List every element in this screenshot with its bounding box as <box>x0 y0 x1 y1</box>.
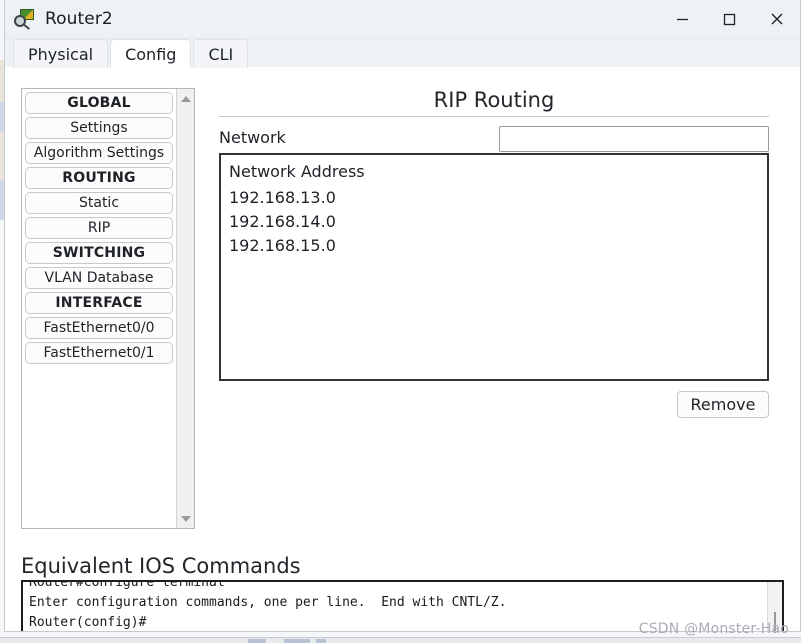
backdrop-tab-hint-2 <box>284 639 310 643</box>
sidebar-item-interface[interactable]: INTERFACE <box>25 292 173 314</box>
sidebar-item-fastethernet0-1[interactable]: FastEthernet0/1 <box>25 342 173 364</box>
sidebar-item-static-label: Static <box>78 195 120 211</box>
title-divider <box>219 116 769 117</box>
sidebar-item-interface-label: INTERFACE <box>55 295 143 311</box>
sidebar-item-global[interactable]: GLOBAL <box>25 92 173 114</box>
maximize-icon <box>723 13 736 25</box>
sidebar-item-vlan-database-label: VLAN Database <box>44 270 154 286</box>
sidebar-item-routing-label: ROUTING <box>62 170 136 186</box>
backdrop-tab-hint-1 <box>248 639 266 643</box>
backdrop-bottom-bar <box>0 637 801 643</box>
backdrop-tab-hint-3 <box>316 639 326 643</box>
tab-cli-label: CLI <box>208 44 234 64</box>
sidebar-item-switching[interactable]: SWITCHING <box>25 242 173 264</box>
remove-button-label: Remove <box>690 395 756 414</box>
page-title: RIP Routing <box>433 88 555 112</box>
remove-button[interactable]: Remove <box>677 391 769 418</box>
rip-routing-panel: RIP Routing Network Add Network Address … <box>219 88 769 418</box>
list-item[interactable]: 192.168.14.0 <box>229 210 759 234</box>
config-nav-sidebar: GLOBAL Settings Algorithm Settings ROUTI… <box>21 88 195 529</box>
window-title-bar: Router2 <box>5 0 800 39</box>
tab-config-label: Config <box>125 44 177 64</box>
list-item[interactable]: 192.168.15.0 <box>229 234 759 258</box>
watermark: CSDN @Monster-Hao <box>638 621 789 637</box>
tab-cli[interactable]: CLI <box>193 39 249 68</box>
minimize-icon <box>677 18 688 20</box>
window-controls <box>659 0 800 38</box>
network-address-column-header: Network Address <box>229 162 365 181</box>
maximize-button[interactable] <box>706 0 753 38</box>
list-item[interactable]: 192.168.13.0 <box>229 186 759 210</box>
sidebar-item-fastethernet0-0-label: FastEthernet0/0 <box>43 320 155 336</box>
config-content-area: GLOBAL Settings Algorithm Settings ROUTI… <box>5 68 800 631</box>
config-nav-list: GLOBAL Settings Algorithm Settings ROUTI… <box>25 92 173 367</box>
tab-config[interactable]: Config <box>110 39 192 68</box>
network-address-list[interactable]: Network Address 192.168.13.0 192.168.14.… <box>219 153 769 381</box>
tab-strip: Physical Config CLI <box>5 39 800 68</box>
sidebar-item-static[interactable]: Static <box>25 192 173 214</box>
sidebar-item-rip-label: RIP <box>87 220 111 236</box>
equivalent-ios-commands-heading: Equivalent IOS Commands <box>21 554 301 578</box>
sidebar-item-global-label: GLOBAL <box>67 95 131 111</box>
close-button[interactable] <box>753 0 800 38</box>
tab-physical[interactable]: Physical <box>13 39 109 68</box>
network-entry-row: Network Add <box>219 126 769 182</box>
scroll-down-arrow-icon[interactable] <box>177 510 195 527</box>
sidebar-item-algorithm-settings-label: Algorithm Settings <box>33 145 165 161</box>
network-input[interactable] <box>499 126 769 152</box>
sidebar-item-vlan-database[interactable]: VLAN Database <box>25 267 173 289</box>
window-title: Router2 <box>45 9 113 29</box>
packet-tracer-router-icon <box>14 8 36 30</box>
sidebar-item-algorithm-settings[interactable]: Algorithm Settings <box>25 142 173 164</box>
router-config-window: Router2 Physical Config CLI GLOBAL Setti… <box>4 0 801 632</box>
sidebar-item-fastethernet0-0[interactable]: FastEthernet0/0 <box>25 317 173 339</box>
tab-physical-label: Physical <box>28 44 94 64</box>
sidebar-item-fastethernet0-1-label: FastEthernet0/1 <box>43 345 155 361</box>
sidebar-item-routing[interactable]: ROUTING <box>25 167 173 189</box>
sidebar-item-settings-label: Settings <box>70 120 128 136</box>
ios-commands-text: Router#configure terminal Enter configur… <box>29 580 507 630</box>
sidebar-item-switching-label: SWITCHING <box>52 245 146 261</box>
sidebar-item-settings[interactable]: Settings <box>25 117 173 139</box>
network-label: Network <box>219 128 286 147</box>
sidebar-scrollbar[interactable] <box>176 89 194 528</box>
scroll-up-arrow-icon[interactable] <box>177 90 195 107</box>
close-icon <box>771 13 782 25</box>
sidebar-item-rip[interactable]: RIP <box>25 217 173 239</box>
minimize-button[interactable] <box>659 0 706 38</box>
